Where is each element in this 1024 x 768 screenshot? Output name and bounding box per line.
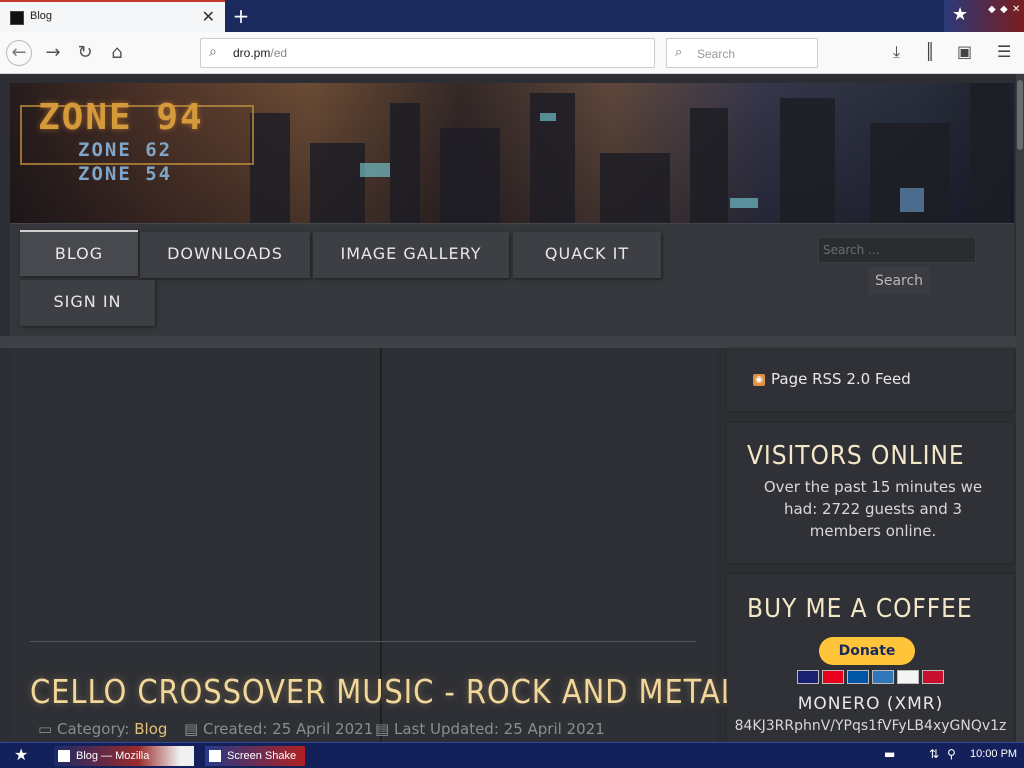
search-placeholder: Search xyxy=(697,47,736,61)
browser-nav-bar: ← → ↻ ⌂ ⌕ dro.pm/ed ⌕ Search ⤓ ║ ▣ ☰ xyxy=(0,32,1024,74)
mastercard-icon xyxy=(822,670,844,684)
menu-item-blog[interactable]: BLOG xyxy=(20,230,138,276)
sidebar-icon[interactable]: ▣ xyxy=(957,42,972,61)
site-logo[interactable]: ZONE 94 xyxy=(38,97,204,138)
category-link[interactable]: Blog xyxy=(134,720,167,738)
rss-widget: ◉ Page RSS 2.0 Feed xyxy=(727,348,1014,411)
divider xyxy=(30,641,696,642)
window-icon xyxy=(209,750,221,762)
site-banner: ZONE 94 ZONE 62 ZONE 54 xyxy=(10,83,1014,223)
browser-tab-bar: Blog ✕ + ★ ◆ ◆ ✕ xyxy=(0,0,1024,32)
os-taskbar: ★ Blog — Mozilla Screen Shake ▬ ⇅ ⚲ 10:0… xyxy=(0,742,1024,768)
clock: 10:00 PM xyxy=(970,748,1018,760)
coffee-title: BUY ME A COFFEE xyxy=(747,594,973,624)
article-title[interactable]: CELLO CROSSOVER MUSIC - ROCK AND METAL xyxy=(30,672,738,711)
discover-icon xyxy=(897,670,919,684)
bank-card-icon xyxy=(922,670,944,684)
divider xyxy=(0,336,1024,348)
site-search-input[interactable]: Search ... xyxy=(818,237,976,263)
forward-arrow-icon[interactable]: → xyxy=(40,40,66,66)
visitors-title: VISITORS ONLINE xyxy=(747,441,965,471)
window-controls: ★ ◆ ◆ ✕ xyxy=(944,0,1024,32)
menu-item-sign-in[interactable]: SIGN IN xyxy=(20,280,155,326)
search-icon: ⌕ xyxy=(675,45,683,60)
visitors-text: Over the past 15 minutes we had: 2722 gu… xyxy=(763,478,983,540)
logo-subtitle: ZONE 62 xyxy=(78,139,173,161)
main-menu: BLOG DOWNLOADS IMAGE GALLERY QUACK IT SI… xyxy=(10,223,1014,336)
visitors-widget: VISITORS ONLINE Over the past 15 minutes… xyxy=(727,423,1014,563)
site-favicon-icon xyxy=(10,11,24,25)
rss-feed-link[interactable]: Page RSS 2.0 Feed xyxy=(771,370,911,388)
download-icon[interactable]: ⤓ xyxy=(893,42,900,62)
folder-icon: ▭ xyxy=(38,720,53,738)
page-scrollbar[interactable] xyxy=(1016,74,1024,742)
donate-button[interactable]: Donate xyxy=(819,637,915,665)
main-content: CELLO CROSSOVER MUSIC - ROCK AND METAL ▭… xyxy=(10,348,737,742)
monero-label: MONERO (XMR) xyxy=(797,694,944,714)
tab-blog[interactable]: Blog ✕ xyxy=(0,0,225,32)
calendar-icon: ▤ xyxy=(375,720,390,738)
taskbar-task-browser[interactable]: Blog — Mozilla xyxy=(54,746,194,766)
menu-item-downloads[interactable]: DOWNLOADS xyxy=(140,232,310,278)
network-icon[interactable]: ⇅ xyxy=(929,747,939,761)
start-menu-icon[interactable]: ★ xyxy=(14,745,28,764)
home-icon[interactable]: ⌂ xyxy=(104,40,130,66)
rss-icon: ◉ xyxy=(753,374,765,386)
minimize-icon[interactable]: ◆ xyxy=(988,4,996,15)
menu-item-image-gallery[interactable]: IMAGE GALLERY xyxy=(313,232,509,278)
close-window-icon[interactable]: ✕ xyxy=(1012,4,1020,15)
search-icon: ⌕ xyxy=(209,44,217,60)
close-tab-icon[interactable]: ✕ xyxy=(202,7,215,26)
article-updated: ▤ Last Updated: 25 April 2021 xyxy=(375,720,605,738)
menu-item-quack-it[interactable]: QUACK IT xyxy=(513,232,661,278)
scrollbar-thumb[interactable] xyxy=(1017,80,1023,150)
taskbar-task-screen-shake[interactable]: Screen Shake xyxy=(205,746,305,766)
monero-address[interactable]: 84KJ3RRphnV/YPqs1fVFyLB4xyGNQv1z xyxy=(727,718,1014,734)
reload-icon[interactable]: ↻ xyxy=(72,40,98,66)
new-tab-button[interactable]: + xyxy=(228,2,254,30)
site-search-button[interactable]: Search xyxy=(868,267,930,295)
amex-icon xyxy=(872,670,894,684)
star-icon: ★ xyxy=(952,4,969,25)
tab-title: Blog xyxy=(30,10,53,22)
maximize-icon[interactable]: ◆ xyxy=(1000,4,1008,15)
menu-icon[interactable]: ☰ xyxy=(997,42,1011,61)
browser-icon xyxy=(58,750,70,762)
search-tray-icon[interactable]: ⚲ xyxy=(947,747,956,761)
keyboard-icon[interactable]: ▬ xyxy=(884,747,895,761)
visa-icon xyxy=(797,670,819,684)
coffee-widget: BUY ME A COFFEE Donate MONERO (XMR) 84KJ… xyxy=(727,574,1014,742)
logo-subtitle: ZONE 54 xyxy=(78,163,173,185)
article-created: ▤ Created: 25 April 2021 xyxy=(184,720,374,738)
url-text: dro.pm/ed xyxy=(233,46,288,60)
article-category: ▭ Category: Blog xyxy=(38,720,168,738)
url-bar[interactable]: ⌕ dro.pm/ed xyxy=(200,38,655,68)
web-page: ZONE 94 ZONE 62 ZONE 54 BLOG DOWNLOADS I… xyxy=(0,74,1024,742)
back-arrow-icon[interactable]: ← xyxy=(6,40,32,66)
maestro-icon xyxy=(847,670,869,684)
library-icon[interactable]: ║ xyxy=(925,42,935,61)
browser-search-input[interactable]: ⌕ Search xyxy=(666,38,818,68)
site-search-placeholder: Search ... xyxy=(823,243,880,257)
calendar-icon: ▤ xyxy=(184,720,199,738)
